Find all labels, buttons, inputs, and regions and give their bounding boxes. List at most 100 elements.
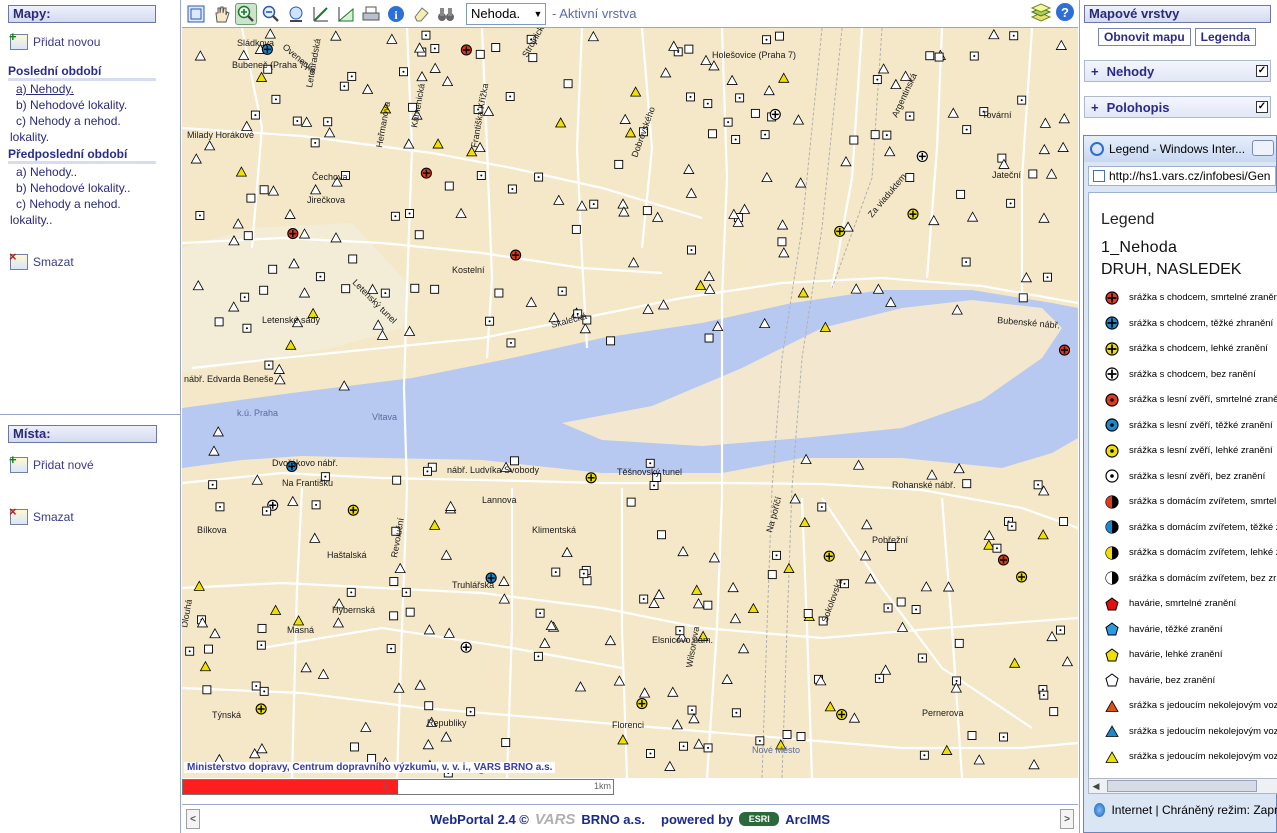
legend-window-titlebar[interactable]: Legend - Windows Inter... bbox=[1084, 136, 1276, 162]
accident-marker-dot bbox=[255, 684, 258, 687]
scroll-right-button[interactable]: > bbox=[1060, 809, 1074, 829]
accident-marker-triangle-yellow bbox=[747, 602, 760, 614]
accident-marker-dot bbox=[735, 711, 738, 714]
accident-marker-square bbox=[424, 701, 434, 711]
measure-icon[interactable] bbox=[310, 3, 332, 25]
accident-marker-triangle bbox=[671, 719, 684, 730]
accident-marker-dot bbox=[390, 647, 393, 650]
street-label: Skalecká bbox=[550, 311, 588, 330]
delete-map-button[interactable]: Smazat bbox=[9, 249, 180, 270]
street-label: Dobrovského bbox=[629, 105, 657, 158]
legend-item-label: srážka s chodcem, těžké zhranění bbox=[1129, 317, 1274, 329]
accident-marker-square bbox=[405, 607, 415, 617]
ie-icon bbox=[1090, 142, 1104, 156]
period-prev-link-nehody-lokality-wrap[interactable]: lokality.. bbox=[10, 212, 180, 228]
accident-marker-triangle bbox=[190, 153, 202, 164]
measure-area-icon[interactable] bbox=[335, 3, 357, 25]
accident-marker-square bbox=[626, 497, 636, 507]
scrollbar-thumb[interactable] bbox=[1107, 780, 1257, 792]
legend-content: Legend 1_Nehoda DRUH, NASLEDEK srážka s … bbox=[1088, 192, 1277, 792]
accident-marker-triangle bbox=[667, 686, 679, 697]
info-icon[interactable]: i bbox=[385, 3, 407, 25]
help-icon[interactable]: ? bbox=[1056, 3, 1074, 21]
legend-item-label: srážka s jedoucím nekolejovým voz bbox=[1129, 700, 1277, 712]
accident-marker-triangle bbox=[1039, 117, 1052, 128]
legend-button[interactable]: Legenda bbox=[1194, 28, 1257, 46]
accident-marker-triangle bbox=[953, 462, 965, 474]
zoom-extent-icon[interactable] bbox=[185, 3, 207, 25]
accident-marker-square bbox=[703, 600, 713, 610]
layer-checkbox[interactable]: ✓ bbox=[1256, 101, 1268, 113]
vars-logo: VARS bbox=[534, 810, 576, 828]
accident-marker-dot bbox=[682, 745, 685, 748]
accident-marker-triangle bbox=[859, 550, 872, 561]
accident-marker-triangle bbox=[729, 612, 742, 624]
full-extent-icon[interactable] bbox=[285, 3, 307, 25]
period-prev-link-lokality[interactable]: b) Nehodové lokality.. bbox=[16, 180, 180, 196]
accident-marker-dot bbox=[433, 47, 436, 50]
legend-symbol-icon bbox=[1105, 316, 1119, 330]
road bbox=[505, 488, 514, 778]
accident-marker-triangle bbox=[850, 283, 862, 294]
legend-item: srážka s domácím zvířetem, smrtel bbox=[1105, 489, 1277, 515]
accident-marker-square bbox=[444, 181, 454, 191]
add-map-button[interactable]: Přidat novou bbox=[9, 29, 180, 50]
legend-item: havárie, bez zranění bbox=[1105, 668, 1277, 694]
accident-marker-triangle bbox=[794, 177, 807, 188]
accident-marker-square bbox=[214, 317, 224, 327]
print-icon[interactable] bbox=[360, 3, 382, 25]
street-label: Nové Město bbox=[752, 745, 800, 755]
accident-marker-triangle bbox=[1055, 39, 1068, 50]
accident-marker-dot bbox=[537, 176, 540, 179]
accident-marker-triangle bbox=[738, 203, 751, 214]
accident-marker-dot bbox=[405, 591, 408, 594]
pan-icon[interactable] bbox=[210, 3, 232, 25]
scroll-left-arrow-icon[interactable]: ◀ bbox=[1089, 779, 1103, 793]
minimize-button[interactable] bbox=[1252, 140, 1274, 156]
legend-address-bar[interactable]: http://hs1.vars.cz/infobesi/Gen bbox=[1088, 166, 1276, 186]
accident-marker-square bbox=[954, 638, 964, 648]
accident-marker-square bbox=[775, 31, 784, 41]
active-layer-select[interactable]: Nehoda. ▼ bbox=[466, 2, 546, 25]
layer-row-nehody[interactable]: + Nehody ✓ bbox=[1084, 60, 1271, 82]
eraser-icon[interactable] bbox=[410, 3, 432, 25]
zoom-in-icon[interactable] bbox=[235, 2, 257, 25]
expand-icon[interactable]: + bbox=[1091, 100, 1099, 115]
layer-checkbox[interactable]: ✓ bbox=[1256, 65, 1268, 77]
zoom-out-icon[interactable] bbox=[260, 3, 282, 25]
period-last-link-nehody-lokality[interactable]: c) Nehody a nehod. bbox=[16, 113, 180, 129]
layer-row-polohopis[interactable]: + Polohopis ✓ bbox=[1084, 96, 1271, 118]
accident-marker-dot bbox=[218, 505, 221, 508]
map-layers-title: Mapové vrstvy bbox=[1084, 5, 1271, 23]
legend-horizontal-scrollbar[interactable]: ◀ bbox=[1088, 778, 1277, 794]
street-label: Čechova bbox=[312, 172, 348, 182]
map-canvas[interactable]: Sládkova Letohradská Strojnická Milady Horá… bbox=[182, 28, 1078, 778]
legend-item: srážka s domácím zvířetem, bez zr bbox=[1105, 566, 1277, 592]
delete-place-button[interactable]: Smazat bbox=[9, 504, 181, 525]
legend-symbol-icon bbox=[1105, 444, 1119, 458]
accident-marker-dot bbox=[642, 598, 645, 601]
street-label: Hybernská bbox=[332, 605, 375, 615]
period-prev-link-nehody[interactable]: a) Nehody.. bbox=[16, 164, 180, 180]
layers-icon[interactable] bbox=[1030, 3, 1052, 26]
street-label: Wilsonova bbox=[684, 626, 701, 669]
accident-marker-dot bbox=[254, 114, 257, 117]
accident-marker-triangle bbox=[727, 581, 739, 593]
expand-icon[interactable]: + bbox=[1091, 64, 1099, 79]
accident-marker-triangle bbox=[792, 114, 805, 125]
accident-marker-triangle bbox=[300, 661, 312, 673]
period-prev-link-nehody-lokality[interactable]: c) Nehody a nehod. bbox=[16, 196, 180, 212]
add-place-button[interactable]: Přidat nové bbox=[9, 452, 181, 473]
accident-marker-triangle bbox=[393, 682, 405, 693]
period-last-link-lokality[interactable]: b) Nehodové lokality. bbox=[16, 97, 180, 113]
binoculars-icon[interactable] bbox=[435, 3, 457, 25]
refresh-map-button[interactable]: Obnovit mapu bbox=[1098, 28, 1191, 46]
period-last-link-nehody-lokality-wrap[interactable]: lokality. bbox=[10, 129, 180, 145]
accident-marker-triangle-yellow bbox=[255, 71, 268, 82]
accident-marker-triangle bbox=[284, 208, 296, 219]
period-last-link-nehody[interactable]: a) Nehody. bbox=[16, 81, 180, 97]
accident-marker-dot bbox=[1020, 99, 1023, 102]
accident-marker-dot bbox=[727, 121, 730, 124]
accident-marker-dot bbox=[1012, 34, 1015, 37]
scroll-left-button[interactable]: < bbox=[186, 809, 200, 829]
